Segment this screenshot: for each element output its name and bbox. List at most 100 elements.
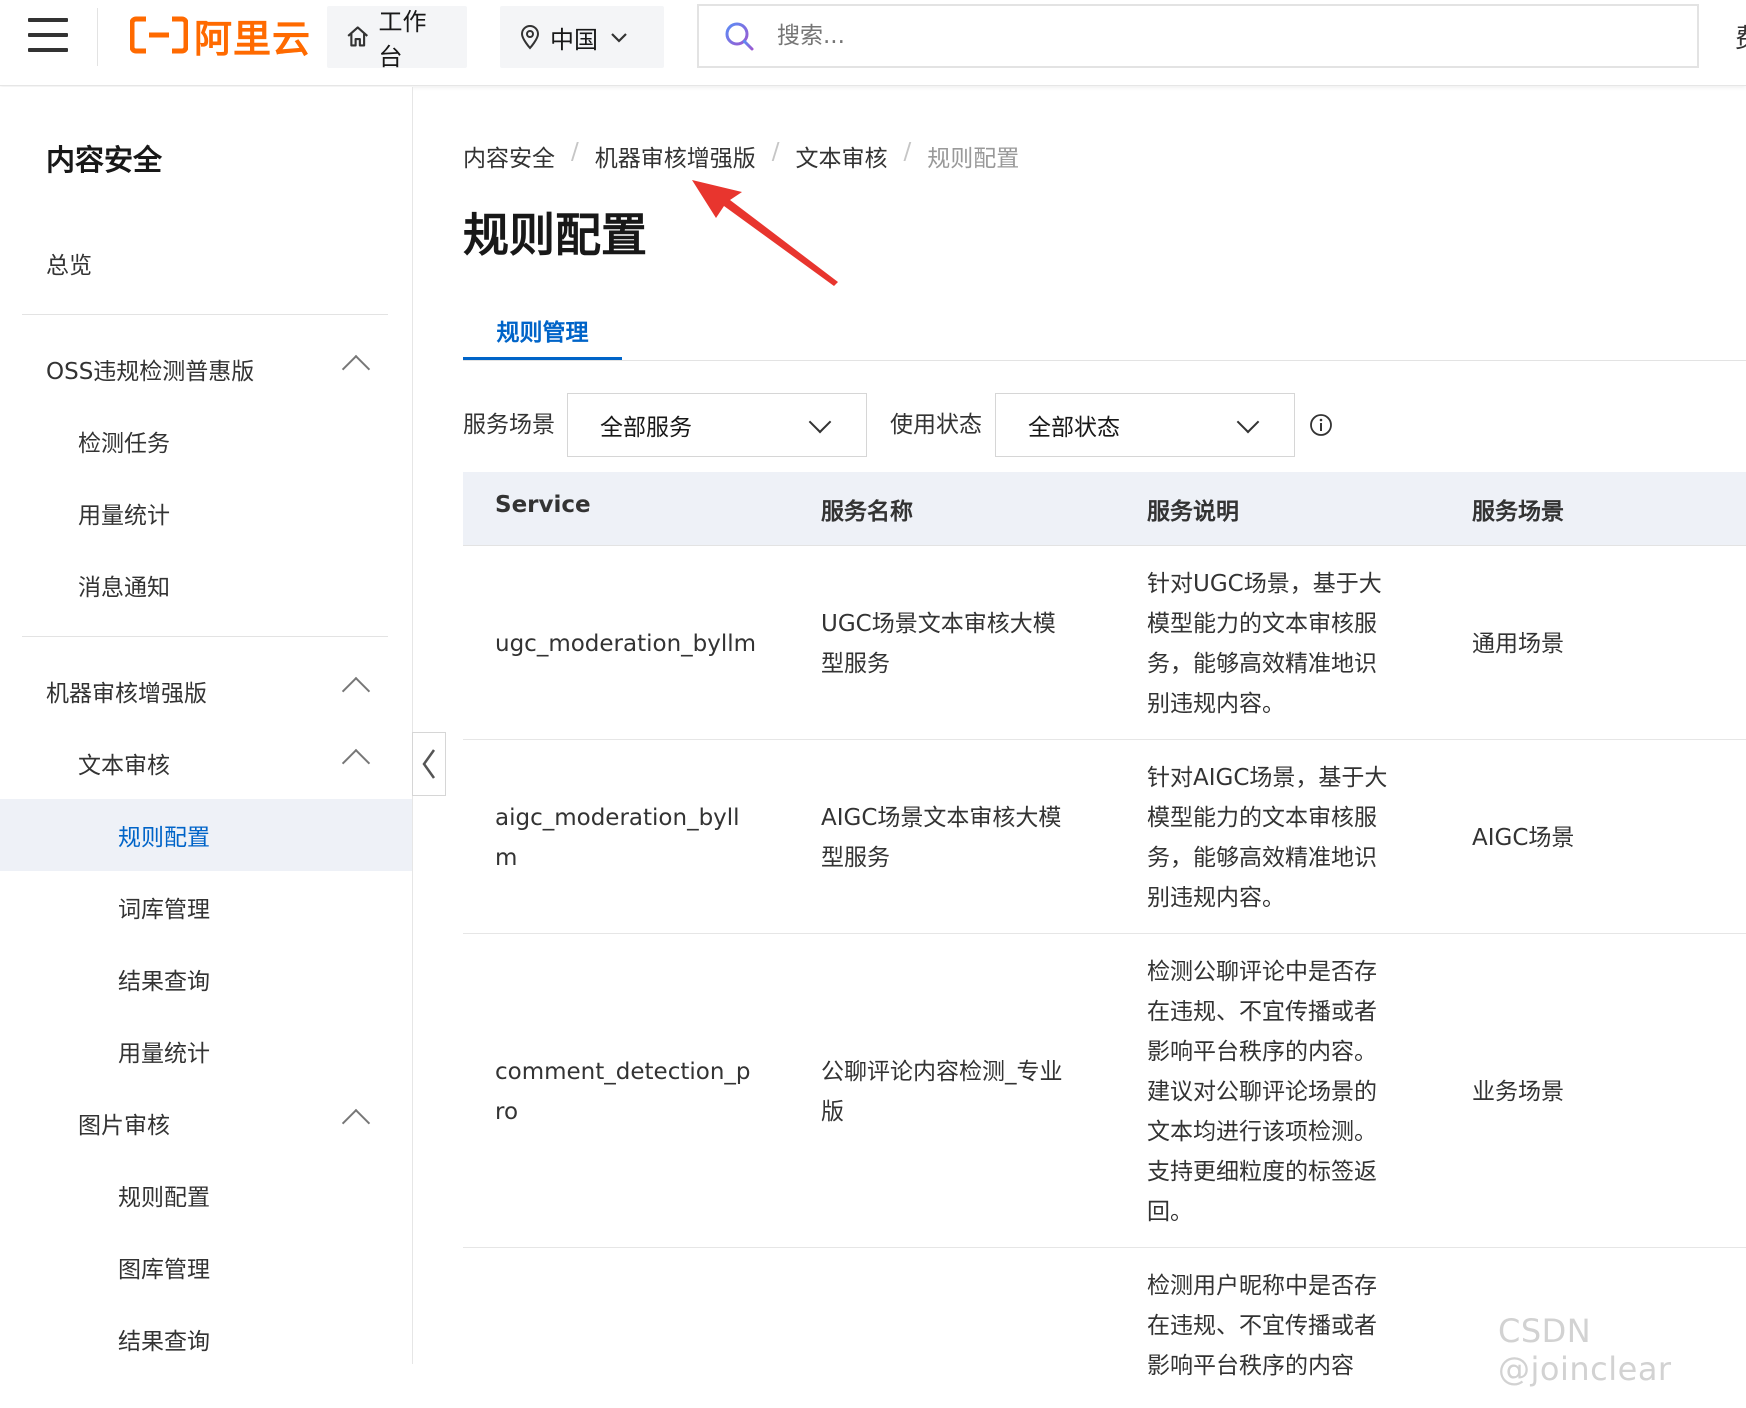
cell-name: 公聊评论内容检测_专业 版 (821, 1052, 1091, 1132)
cell-line: ugc_moderation_byllm (495, 631, 757, 657)
sidebar-item-image-result-query[interactable]: 结果查询 (0, 1303, 412, 1375)
cell-name: AIGC场景文本审核大模 型服务 (821, 798, 1091, 878)
chevron-down-icon (611, 33, 627, 43)
table-header: Service 服务名称 服务说明 服务场景 (463, 472, 1746, 546)
topbar-cut-text[interactable]: 费 (1735, 18, 1746, 55)
sidebar: 内容安全 总览 OSS违规检测普惠版 检测任务 用量统计 消息通知 机器审核增强… (0, 87, 413, 1364)
cell-line: 在违规、不宜传播或者 (1147, 1313, 1377, 1339)
chevron-up-icon (341, 748, 371, 778)
breadcrumb-current: 规则配置 (927, 146, 1020, 172)
cell-desc: 针对AIGC场景，基于大 模型能力的文本审核服 务，能够高效精准地识 别违规内容… (1147, 758, 1417, 918)
tab-divider (463, 360, 1746, 361)
cell-line: 型服务 (821, 651, 890, 677)
sidebar-collapse-button[interactable] (412, 732, 446, 796)
column-header: Service (495, 492, 591, 518)
column-header: 服务场景 (1472, 499, 1564, 525)
cell-line: 务，能够高效精准地识 (1147, 845, 1377, 871)
sidebar-item-label: 规则配置 (118, 1185, 210, 1211)
aliyun-logo[interactable]: 阿里云 (130, 12, 311, 61)
sidebar-item-label: 规则配置 (118, 825, 210, 851)
cell-line: 影响平台秩序的内容 (1147, 1353, 1354, 1379)
sidebar-group-machine-review[interactable]: 机器审核增强版 (0, 655, 412, 727)
chevron-up-icon (341, 676, 371, 706)
breadcrumb-separator: / (903, 139, 912, 165)
cell-line: 型服务 (821, 845, 890, 871)
sidebar-item-label: 检测任务 (78, 431, 170, 457)
topbar-divider (97, 8, 98, 66)
sidebar-group-oss[interactable]: OSS违规检测普惠版 (0, 333, 412, 405)
table-row: comment_detection_p ro 公聊评论内容检测_专业 版 检测公… (463, 934, 1746, 1248)
cell-desc: 检测用户昵称中是否存 在违规、不宜传播或者 影响平台秩序的内容 (1147, 1266, 1417, 1386)
table-row: aigc_moderation_byll m AIGC场景文本审核大模 型服务 … (463, 740, 1746, 934)
sidebar-item-text-rule-config[interactable]: 规则配置 (0, 799, 412, 871)
cell-line: AIGC场景文本审核大模 (821, 805, 1062, 831)
hamburger-icon[interactable] (28, 18, 68, 52)
cell-scene: 业务场景 (1472, 1079, 1564, 1105)
logo-text: 阿里云 (194, 16, 312, 61)
table-row: ugc_moderation_byllm UGC场景文本审核大模 型服务 针对U… (463, 546, 1746, 740)
tab-rule-management[interactable]: 规则管理 (463, 307, 622, 361)
cell-line: 针对AIGC场景，基于大 (1147, 765, 1388, 791)
breadcrumb-item[interactable]: 内容安全 (463, 139, 555, 173)
cell-line: 影响平台秩序的内容。 (1147, 1039, 1377, 1065)
scene-select[interactable]: 全部服务 (567, 393, 867, 457)
cell-line: comment_detection_p (495, 1059, 751, 1085)
cell-line: 文本均进行该项检测。 (1147, 1119, 1377, 1145)
sidebar-title: 内容安全 (46, 143, 163, 177)
sidebar-item-image-library[interactable]: 图库管理 (0, 1231, 412, 1303)
sidebar-item-usage-oss[interactable]: 用量统计 (0, 477, 412, 549)
cell-line: 支持更细粒度的标签返 (1147, 1159, 1377, 1185)
breadcrumb-item[interactable]: 机器审核增强版 (595, 139, 756, 173)
chevron-down-icon (808, 410, 832, 434)
sidebar-item-lexicon[interactable]: 词库管理 (0, 871, 412, 943)
cell-line: 模型能力的文本审核服 (1147, 611, 1377, 637)
sidebar-item-detect-task[interactable]: 检测任务 (0, 405, 412, 477)
region-selector[interactable]: 中国 (500, 6, 664, 68)
status-select[interactable]: 全部状态 (995, 393, 1295, 457)
cell-line: m (495, 845, 518, 871)
cell-desc: 检测公聊评论中是否存 在违规、不宜传播或者 影响平台秩序的内容。 建议对公聊评论… (1147, 952, 1417, 1232)
sidebar-item-image-rule-config[interactable]: 规则配置 (0, 1159, 412, 1231)
cell-service: comment_detection_p ro (495, 1052, 775, 1132)
search-icon (725, 22, 754, 51)
sidebar-item-text-usage[interactable]: 用量统计 (0, 1015, 412, 1087)
chevron-up-icon (341, 354, 371, 384)
sidebar-group-image-review[interactable]: 图片审核 (0, 1087, 412, 1159)
cell-service: ugc_moderation_byllm (495, 624, 775, 664)
sidebar-item-text-result-query[interactable]: 结果查询 (0, 943, 412, 1015)
sidebar-item-label: 用量统计 (118, 1041, 210, 1067)
sidebar-item-label: 图库管理 (118, 1257, 210, 1283)
breadcrumb-item[interactable]: 文本审核 (796, 139, 888, 173)
cell-name: UGC场景文本审核大模 型服务 (821, 604, 1091, 684)
breadcrumb-separator: / (571, 139, 579, 165)
location-icon (520, 25, 540, 50)
watermark: CSDN @joinclear (1498, 1312, 1672, 1388)
sidebar-item-overview[interactable]: 总览 (0, 227, 412, 299)
sidebar-item-notification[interactable]: 消息通知 (0, 549, 412, 621)
workbench-button[interactable]: 工作台 (327, 6, 467, 71)
home-icon (347, 26, 368, 47)
cell-scene: AIGC场景 (1472, 825, 1575, 851)
info-icon[interactable] (1309, 413, 1333, 437)
scene-select-value: 全部服务 (600, 415, 692, 441)
sidebar-group-text-review[interactable]: 文本审核 (0, 727, 412, 799)
status-filter-label: 使用状态 (890, 412, 982, 438)
service-table: Service 服务名称 服务说明 服务场景 ugc_moderation_by… (463, 472, 1746, 1408)
sidebar-divider (22, 636, 388, 637)
cell-line: 模型能力的文本审核服 (1147, 805, 1377, 831)
chevron-down-icon (1236, 410, 1260, 434)
cell-line: 回。 (1147, 1199, 1193, 1225)
page-title: 规则配置 (463, 208, 647, 262)
sidebar-item-label: 总览 (46, 253, 92, 279)
cell-line: ro (495, 1099, 519, 1125)
column-header: 服务说明 (1147, 499, 1239, 525)
cell-desc: 针对UGC场景，基于大 模型能力的文本审核服 务，能够高效精准地识 别违规内容。 (1147, 564, 1417, 724)
search-input[interactable] (777, 23, 1377, 49)
cell-line: 务，能够高效精准地识 (1147, 651, 1377, 677)
sidebar-item-label: 机器审核增强版 (46, 681, 207, 707)
top-navbar: 阿里云 工作台 中国 费 (0, 0, 1746, 86)
cell-line: 针对UGC场景，基于大 (1147, 571, 1382, 597)
sidebar-item-label: 文本审核 (78, 753, 170, 779)
cell-line: UGC场景文本审核大模 (821, 611, 1056, 637)
global-search-box[interactable] (697, 4, 1699, 68)
